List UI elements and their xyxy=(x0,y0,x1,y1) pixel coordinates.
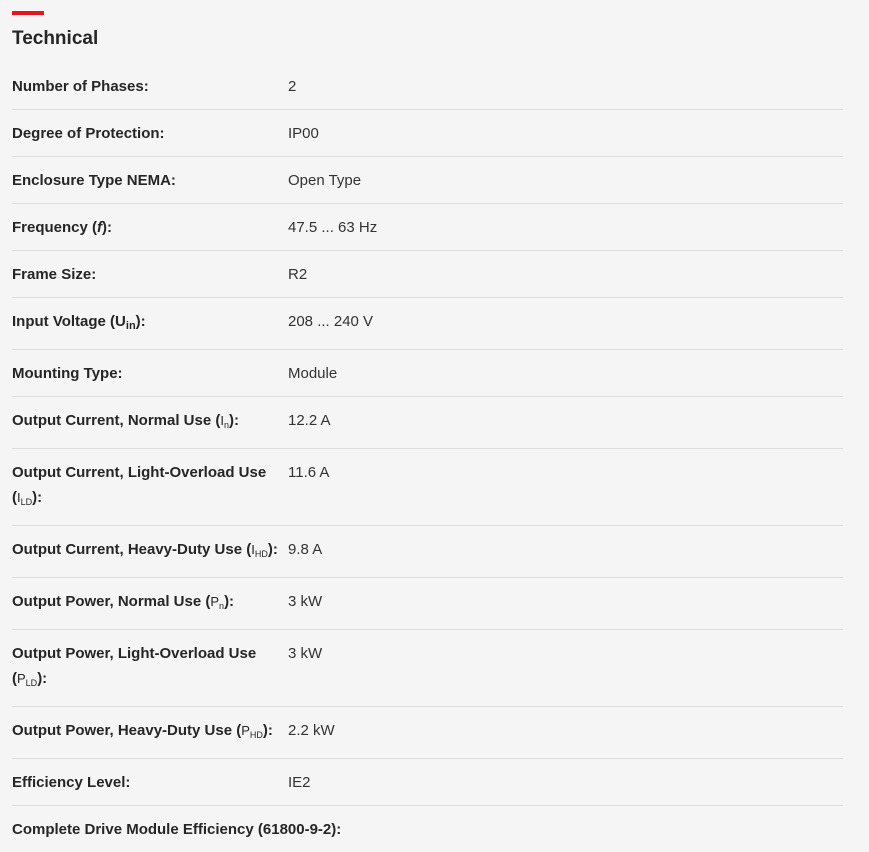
spec-row-number-of-phases: Number of Phases: 2 xyxy=(12,63,843,110)
spec-value: R2 xyxy=(288,266,308,283)
spec-list: Number of Phases: 2 Degree of Protection… xyxy=(12,63,843,852)
spec-label: Frame Size: xyxy=(12,266,97,283)
spec-row-drive-module-efficiency: Complete Drive Module Efficiency (61800-… xyxy=(12,806,843,852)
spec-label: Output Power, Normal Use (Pn): xyxy=(12,593,235,611)
spec-value: 2 xyxy=(288,78,297,95)
spec-row-output-current-normal: Output Current, Normal Use (In): 12.2 A xyxy=(12,397,843,449)
spec-value: 3 kW xyxy=(288,593,323,610)
spec-label: Degree of Protection: xyxy=(12,125,165,142)
spec-label: Output Current, Heavy-Duty Use (IHD): xyxy=(12,541,278,559)
spec-row-degree-of-protection: Degree of Protection: IP00 xyxy=(12,110,843,157)
section-accent-bar xyxy=(12,11,44,15)
spec-value: 3 kW xyxy=(288,645,323,662)
spec-label: Input Voltage (Uin): xyxy=(12,313,146,332)
spec-row-enclosure-type: Enclosure Type NEMA: Open Type xyxy=(12,157,843,204)
spec-row-output-current-heavy-duty: Output Current, Heavy-Duty Use (IHD): 9.… xyxy=(12,526,843,578)
spec-label: Complete Drive Module Efficiency (61800-… xyxy=(12,821,342,838)
spec-value: 2.2 kW xyxy=(288,722,335,739)
spec-value: 12.2 A xyxy=(288,412,331,429)
spec-label: Enclosure Type NEMA: xyxy=(12,172,176,189)
spec-value: 208 ... 240 V xyxy=(288,313,374,330)
spec-value: Module xyxy=(288,365,338,382)
spec-value: 11.6 A xyxy=(288,464,330,481)
spec-label: Mounting Type: xyxy=(12,365,123,382)
spec-label: Output Current, Light-Overload Use (ILD)… xyxy=(12,464,267,507)
spec-value: IP00 xyxy=(288,125,319,142)
spec-value: IE2 xyxy=(288,774,311,791)
section-title: Technical xyxy=(12,28,99,49)
spec-row-efficiency-level: Efficiency Level: IE2 xyxy=(12,759,843,806)
spec-label: Efficiency Level: xyxy=(12,774,131,791)
spec-row-frame-size: Frame Size: R2 xyxy=(12,251,843,298)
spec-row-input-voltage: Input Voltage (Uin): 208 ... 240 V xyxy=(12,298,843,350)
spec-label: Output Current, Normal Use (In): xyxy=(12,412,239,430)
spec-row-output-power-normal: Output Power, Normal Use (Pn): 3 kW xyxy=(12,578,843,630)
spec-value: 9.8 A xyxy=(288,541,323,558)
spec-value: Open Type xyxy=(288,172,362,189)
spec-row-output-power-light-overload: Output Power, Light-Overload Use (PLD): … xyxy=(12,630,843,707)
spec-row-output-current-light-overload: Output Current, Light-Overload Use (ILD)… xyxy=(12,449,843,526)
spec-label: Frequency (f): xyxy=(12,219,113,236)
spec-row-output-power-heavy-duty: Output Power, Heavy-Duty Use (PHD): 2.2 … xyxy=(12,707,843,759)
spec-label: Output Power, Heavy-Duty Use (PHD): xyxy=(12,722,273,740)
spec-value: 47.5 ... 63 Hz xyxy=(288,219,378,236)
spec-label: Number of Phases: xyxy=(12,78,149,95)
spec-label: Output Power, Light-Overload Use (PLD): xyxy=(12,645,257,688)
spec-row-frequency: Frequency (f): 47.5 ... 63 Hz xyxy=(12,204,843,251)
spec-row-mounting-type: Mounting Type: Module xyxy=(12,350,843,397)
